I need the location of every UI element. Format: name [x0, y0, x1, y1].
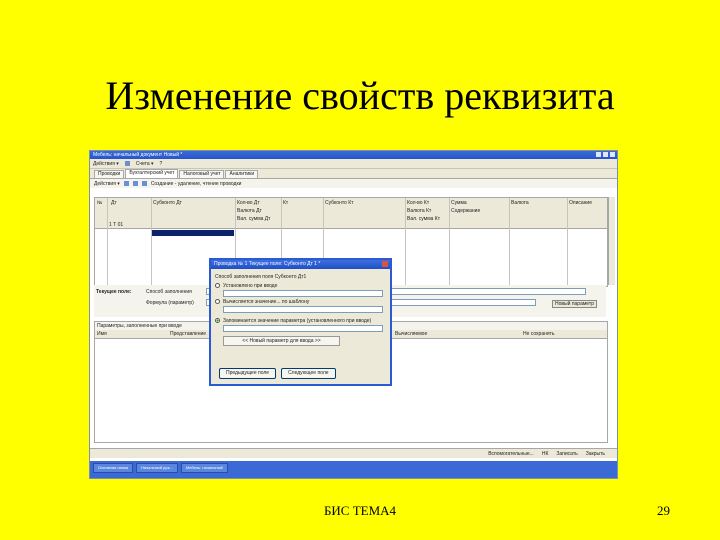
new-parameter-input-button[interactable]: << Новый параметр для ввода >> — [223, 336, 340, 346]
toolbar-help[interactable]: ? — [160, 161, 163, 167]
option3-field[interactable] — [223, 325, 383, 332]
field-properties-dialog: Проводка № 1 Текущее поле: Субконто Дт 1… — [209, 258, 392, 386]
param-col-name: Имя — [97, 331, 107, 337]
slide-title: Изменение свойств реквизита — [105, 73, 615, 118]
taskbar-item-1[interactable]: Основная папка — [93, 463, 133, 473]
col-valsum-debit: Вал. сумма Дт — [237, 216, 271, 222]
toolbar-actions[interactable]: Действия ▾ — [93, 161, 119, 167]
col-valsum-credit: Вал. сумма Кт — [407, 216, 441, 222]
col-credit: Кт — [283, 200, 289, 206]
delete-row-icon[interactable] — [141, 181, 147, 186]
taskbar-item-2[interactable]: Начальный док... — [136, 463, 178, 473]
close-icon[interactable] — [610, 152, 615, 157]
next-field-button[interactable]: Следующее поле — [281, 368, 336, 379]
new-parameter-button[interactable]: Новый параметр — [552, 300, 597, 308]
option2-radio[interactable] — [215, 299, 220, 304]
fill-method-label: Способ заполнения — [146, 289, 192, 295]
col-debit: Дт — [111, 200, 117, 206]
col-subconto-debit: Субконто Дт — [153, 200, 182, 206]
col-subconto-credit: Субконто Кт — [325, 200, 354, 206]
col-sum: Сумма — [451, 200, 467, 206]
option2-field[interactable] — [223, 306, 383, 313]
tab-entries[interactable]: Проводки — [94, 170, 125, 178]
param-col-computed: Вычисляемое — [395, 331, 428, 337]
dialog-titlebar: Проводка № 1 Текущее поле: Субконто Дт 1… — [211, 260, 390, 269]
copy-row-icon[interactable] — [132, 181, 138, 186]
taskbar-item-3[interactable]: Мебель: начальный — [180, 463, 228, 473]
param-col-presentation: Представление — [170, 331, 207, 337]
accounts-icon — [124, 161, 130, 166]
footer-topic: БИС ТЕМА4 — [323, 503, 397, 518]
window-title: Мебель: начальный документ Новый * — [93, 152, 183, 158]
option3-radio[interactable] — [215, 318, 220, 323]
maximize-icon[interactable] — [603, 152, 608, 157]
formula-label: Формула (параметр) — [146, 300, 194, 306]
col-number: № — [97, 200, 103, 206]
grid-toolbar: Действия ▾ Создание - удаление, чтение п… — [90, 179, 617, 188]
tab-tax[interactable]: Налоговый учет — [179, 170, 225, 178]
param-col-nosave: Не сохранять — [523, 331, 555, 337]
grid-toolbar-text: Создание - удаление, чтение проводки — [150, 180, 242, 187]
grid-actions[interactable]: Действия ▾ — [94, 181, 120, 187]
dialog-section-label: Способ заполнения поля Субконто Дт1 — [215, 273, 307, 280]
page-number: 29 — [657, 503, 670, 518]
status-bar: Вспомогательные... НК Записать Закрыть — [90, 448, 617, 458]
tab-analytics[interactable]: Аналитики — [225, 170, 259, 178]
dialog-title: Проводка № 1 Текущее поле: Субконто Дт 1… — [214, 261, 321, 267]
tab-accounting[interactable]: Бухгалтерский учет — [125, 169, 179, 178]
col-currency-credit: Валюта Кт — [407, 208, 432, 214]
prev-field-button[interactable]: Предыдущее поле — [219, 368, 277, 379]
col-qty-debit: Кол-во Дт — [237, 200, 260, 206]
col-currency-debit: Валюта Дт — [237, 208, 262, 214]
window-titlebar: Мебель: начальный документ Новый * — [90, 151, 617, 159]
toolbar-accounts[interactable]: Счета ▾ — [136, 161, 154, 167]
app-window: Мебель: начальный документ Новый * Дейст… — [89, 150, 618, 479]
dialog-close-icon[interactable] — [382, 261, 388, 267]
status-save[interactable]: Записать — [556, 451, 577, 457]
col-qty-credit: Кол-во Кт — [407, 200, 430, 206]
tab-strip: Проводки Бухгалтерский учет Налоговый уч… — [90, 169, 617, 179]
main-toolbar: Действия ▾ Счета ▾ ? — [90, 159, 617, 169]
option2-label: Вычисляется значение... по шаблону — [223, 298, 310, 305]
status-close[interactable]: Закрыть — [586, 451, 605, 457]
current-field-label: Текущее поле: — [96, 289, 132, 295]
option1-radio[interactable] — [215, 283, 220, 288]
status-helpers[interactable]: Вспомогательные... — [488, 451, 534, 457]
col-content: Содержание — [451, 208, 481, 214]
col-description: Описание — [569, 200, 593, 206]
grid-row-1[interactable]: 1 Т 01 — [109, 222, 123, 228]
status-ok[interactable]: НК — [542, 451, 549, 457]
option1-field[interactable] — [223, 290, 383, 297]
minimize-icon[interactable] — [596, 152, 601, 157]
taskbar: Основная папка Начальный док... Мебель: … — [90, 461, 617, 478]
option1-label: Установлено при вводе — [223, 282, 278, 289]
add-row-icon[interactable] — [123, 181, 129, 186]
col-currency: Валюта — [511, 200, 529, 206]
grid-scrollbar[interactable] — [608, 197, 615, 285]
selected-cell[interactable] — [152, 230, 234, 236]
option3-label: Запоминается значение параметра (установ… — [223, 317, 372, 324]
